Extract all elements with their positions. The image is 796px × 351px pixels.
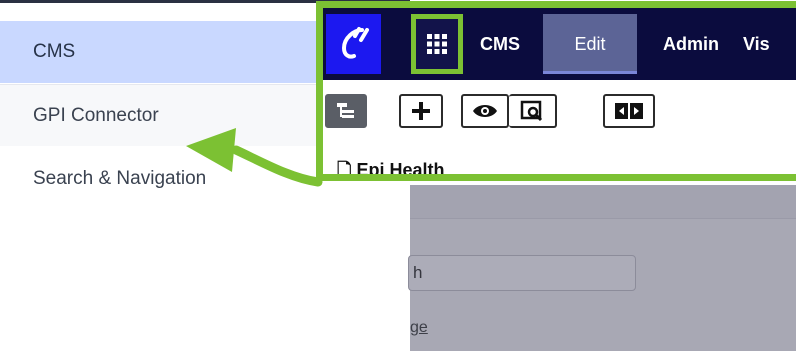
background-band: [410, 185, 796, 219]
grid-icon[interactable]: [411, 14, 463, 74]
page-icon: 🗋: [337, 160, 352, 180]
tree-icon[interactable]: [325, 94, 367, 128]
background-input-value: h: [413, 263, 423, 282]
plus-icon[interactable]: [399, 94, 443, 128]
edit-toolbar: 🗋 Epi Health: [323, 80, 796, 180]
nav-visitor-groups[interactable]: Vis: [743, 14, 796, 74]
menu-item-label: Search & Navigation: [33, 168, 207, 189]
optimizely-logo-icon[interactable]: [326, 14, 381, 74]
background-page-overlay: h ge: [408, 185, 796, 351]
nav-edit[interactable]: Edit: [543, 14, 637, 74]
nav-admin[interactable]: Admin: [651, 14, 731, 74]
preview-icon[interactable]: [509, 94, 557, 128]
page-title: 🗋 Epi Health: [337, 160, 445, 180]
background-input: h: [408, 255, 636, 291]
background-link: ge: [410, 319, 428, 336]
compare-icon[interactable]: [603, 94, 655, 128]
zoomed-header-callout: CMS Edit Admin Vis 🗋 Epi Health: [316, 1, 796, 181]
eye-icon[interactable]: [461, 94, 509, 128]
menu-item-label: CMS: [33, 41, 76, 62]
nav-cms[interactable]: CMS: [469, 14, 531, 74]
menu-item-label: GPI Connector: [33, 105, 159, 126]
cms-navbar: CMS Edit Admin Vis: [323, 8, 796, 80]
